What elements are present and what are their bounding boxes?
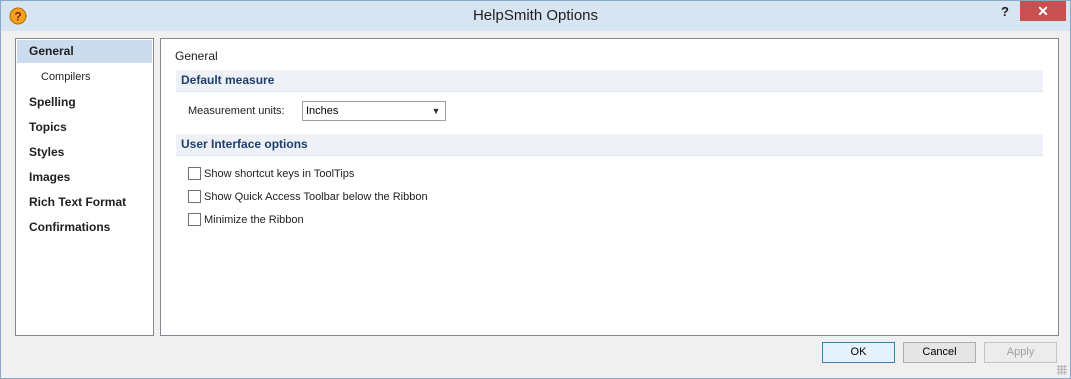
checkbox-label: Minimize the Ribbon — [204, 214, 304, 226]
chevron-down-icon: ▼ — [431, 106, 441, 116]
close-button[interactable]: ✕ — [1020, 1, 1066, 21]
help-icon[interactable]: ? — [994, 3, 1016, 21]
nav-item-topics[interactable]: Topics — [17, 116, 152, 139]
section-header-default-measure: Default measure — [176, 70, 1043, 92]
measurement-units-label: Measurement units: — [188, 105, 285, 117]
checkbox-show-shortcut-keys[interactable]: Show shortcut keys in ToolTips — [188, 166, 354, 182]
checkbox-label: Show shortcut keys in ToolTips — [204, 168, 355, 180]
nav-item-styles[interactable]: Styles — [17, 141, 152, 164]
checkbox-box[interactable] — [188, 167, 201, 180]
window-title: HelpSmith Options — [472, 7, 599, 24]
apply-button[interactable]: Apply — [984, 342, 1057, 363]
options-dialog: ? HelpSmith Options ? ✕ General Compiler… — [0, 0, 1071, 379]
ok-button[interactable]: OK — [822, 342, 895, 363]
settings-panel: General Default measure Measurement unit… — [160, 38, 1059, 336]
nav-item-spelling[interactable]: Spelling — [17, 91, 152, 114]
nav-item-compilers[interactable]: Compilers — [17, 66, 152, 89]
nav-item-confirmations[interactable]: Confirmations — [17, 216, 152, 239]
measurement-units-value: Inches — [306, 105, 339, 117]
checkbox-minimize-ribbon[interactable]: Minimize the Ribbon — [188, 212, 304, 228]
section-header-ui-options: User Interface options — [176, 134, 1043, 156]
resize-grip[interactable] — [1057, 365, 1067, 375]
panel-title: General — [175, 49, 218, 63]
checkbox-box[interactable] — [188, 190, 201, 203]
nav-item-general[interactable]: General — [17, 40, 152, 63]
category-list: General Compilers Spelling Topics Styles… — [15, 38, 154, 336]
nav-item-rich-text-format[interactable]: Rich Text Format — [17, 191, 152, 214]
title-bar[interactable]: ? HelpSmith Options ? ✕ — [1, 1, 1070, 31]
checkbox-qat-below-ribbon[interactable]: Show Quick Access Toolbar below the Ribb… — [188, 189, 428, 205]
cancel-button[interactable]: Cancel — [903, 342, 976, 363]
checkbox-label: Show Quick Access Toolbar below the Ribb… — [204, 191, 428, 203]
measurement-units-select[interactable]: Inches ▼ — [302, 101, 446, 121]
nav-item-images[interactable]: Images — [17, 166, 152, 189]
checkbox-box[interactable] — [188, 213, 201, 226]
